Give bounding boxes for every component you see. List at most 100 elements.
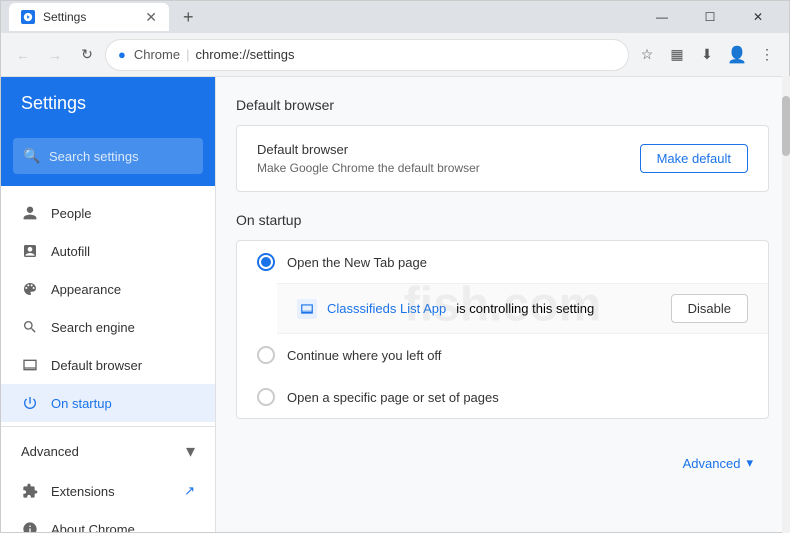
forward-button[interactable]: →	[41, 41, 69, 69]
sidebar-item-about-chrome[interactable]: About Chrome	[1, 510, 215, 532]
sidebar-item-search-engine-label: Search engine	[51, 320, 135, 335]
address-bar[interactable]: ● Chrome | chrome://settings	[105, 39, 629, 71]
startup-label-specific: Open a specific page or set of pages	[287, 390, 499, 405]
radio-continue[interactable]	[257, 346, 275, 364]
startup-label-new-tab: Open the New Tab page	[287, 255, 427, 270]
minimize-button[interactable]: —	[639, 1, 685, 33]
advanced-section-label: Advanced	[21, 444, 79, 459]
default-browser-content: Default browser Make Google Chrome the d…	[237, 126, 768, 191]
on-startup-icon	[21, 394, 39, 412]
sidebar-item-on-startup[interactable]: On startup	[1, 384, 215, 422]
refresh-button[interactable]: ↻	[73, 41, 101, 69]
scrollbar[interactable]	[782, 77, 789, 532]
menu-button[interactable]: ⋮	[753, 41, 781, 69]
disable-extension-button[interactable]: Disable	[671, 294, 748, 323]
default-browser-title: Default browser	[257, 142, 480, 157]
sidebar-item-default-browser[interactable]: Default browser	[1, 346, 215, 384]
startup-option-new-tab[interactable]: Open the New Tab page	[237, 241, 768, 283]
toolbar: ← → ↻ ● Chrome | chrome://settings ☆ ▦ ⬇	[1, 33, 789, 77]
address-text: Chrome | chrome://settings	[134, 47, 295, 62]
advanced-section-arrow: ▾	[186, 441, 195, 462]
minimize-icon: —	[656, 10, 668, 24]
new-tab-button[interactable]: +	[175, 7, 202, 28]
title-bar-left: Settings ✕ +	[9, 3, 202, 31]
scrollbar-thumb[interactable]	[782, 96, 789, 156]
radio-new-tab[interactable]	[257, 253, 275, 271]
download-button[interactable]: ⬇	[693, 41, 721, 69]
sidebar-nav: People Autofill Appearance	[1, 186, 215, 532]
forward-icon: →	[48, 47, 62, 63]
extensions-grid-button[interactable]: ▦	[663, 41, 691, 69]
site-security-icon: ●	[118, 47, 126, 62]
extension-icon	[297, 299, 317, 319]
sidebar-divider	[1, 426, 215, 427]
maximize-button[interactable]: ☐	[687, 1, 733, 33]
close-button[interactable]: ✕	[735, 1, 781, 33]
advanced-bottom-button[interactable]: Advanced ▾	[236, 439, 769, 487]
external-link-icon: ↗	[184, 483, 195, 499]
search-wrapper: 🔍	[13, 138, 203, 174]
startup-label-continue: Continue where you left off	[287, 348, 441, 363]
default-browser-section-title: Default browser	[236, 97, 769, 113]
sidebar-title: Settings	[21, 93, 86, 113]
radio-inner-new-tab	[261, 257, 271, 267]
sidebar-item-extensions[interactable]: Extensions ↗	[1, 472, 215, 510]
sidebar-item-appearance[interactable]: Appearance	[1, 270, 215, 308]
person-icon	[21, 204, 39, 222]
bookmark-button[interactable]: ☆	[633, 41, 661, 69]
on-startup-card: Open the New Tab page Classsifieds List …	[236, 240, 769, 419]
radio-specific[interactable]	[257, 388, 275, 406]
sidebar-advanced-section[interactable]: Advanced ▾	[1, 431, 215, 472]
advanced-bottom-arrow: ▾	[746, 455, 753, 471]
sidebar-item-search-engine[interactable]: Search engine	[1, 308, 215, 346]
refresh-icon: ↻	[81, 46, 93, 63]
close-icon: ✕	[753, 10, 763, 24]
sidebar-item-autofill[interactable]: Autofill	[1, 232, 215, 270]
sidebar: Settings 🔍 People	[1, 77, 216, 532]
startup-option-specific[interactable]: Open a specific page or set of pages	[237, 376, 768, 418]
default-browser-subtitle: Make Google Chrome the default browser	[257, 161, 480, 175]
back-icon: ←	[16, 47, 30, 63]
download-icon: ⬇	[701, 46, 713, 63]
menu-icon: ⋮	[760, 46, 774, 63]
sidebar-item-autofill-label: Autofill	[51, 244, 90, 259]
sidebar-item-people-label: People	[51, 206, 91, 221]
default-browser-card: Default browser Make Google Chrome the d…	[236, 125, 769, 192]
sidebar-item-about-label: About Chrome	[51, 522, 135, 533]
on-startup-section-title: On startup	[236, 212, 769, 228]
sidebar-item-on-startup-label: On startup	[51, 396, 112, 411]
extensions-icon	[21, 482, 39, 500]
sidebar-search-area: 🔍	[1, 130, 215, 186]
tab-area: Settings ✕	[9, 3, 169, 31]
startup-option-continue[interactable]: Continue where you left off	[237, 334, 768, 376]
profile-icon: 👤	[727, 45, 747, 65]
advanced-bottom-label: Advanced	[683, 456, 741, 471]
profile-button[interactable]: 👤	[723, 41, 751, 69]
search-input[interactable]	[13, 138, 203, 174]
sidebar-item-appearance-label: Appearance	[51, 282, 121, 297]
tab-close-button[interactable]: ✕	[145, 9, 157, 26]
sidebar-item-default-browser-label: Default browser	[51, 358, 142, 373]
settings-tab[interactable]: Settings ✕	[9, 3, 169, 31]
search-engine-icon	[21, 318, 39, 336]
search-icon: 🔍	[23, 148, 40, 165]
title-bar: Settings ✕ + — ☐ ✕	[1, 1, 789, 33]
tab-favicon-icon	[21, 10, 35, 24]
about-icon	[21, 520, 39, 532]
default-browser-icon	[21, 356, 39, 374]
toolbar-right: ☆ ▦ ⬇ 👤 ⋮	[633, 41, 781, 69]
browser-window: Settings ✕ + — ☐ ✕ ← → ↻	[0, 0, 790, 533]
extension-app-name[interactable]: Classsifieds List App	[327, 301, 446, 316]
extensions-grid-icon: ▦	[670, 46, 683, 63]
back-button[interactable]: ←	[9, 41, 37, 69]
extension-notice-left: Classsifieds List App is controlling thi…	[297, 299, 594, 319]
appearance-icon	[21, 280, 39, 298]
make-default-button[interactable]: Make default	[640, 144, 748, 173]
main-content: fish.com Default browser Default browser…	[216, 77, 789, 532]
extension-notice: Classsifieds List App is controlling thi…	[277, 283, 768, 334]
sidebar-item-extensions-label: Extensions	[51, 484, 115, 499]
autofill-icon	[21, 242, 39, 260]
sidebar-item-people[interactable]: People	[1, 194, 215, 232]
address-separator: |	[186, 47, 189, 62]
maximize-icon: ☐	[705, 10, 716, 24]
